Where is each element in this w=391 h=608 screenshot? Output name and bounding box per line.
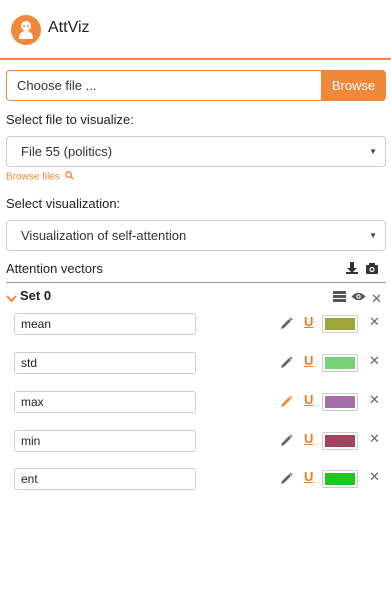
eye-icon[interactable]: [351, 289, 366, 307]
vector-name-input[interactable]: std: [14, 352, 196, 374]
file-select-value: File 55 (politics): [21, 144, 113, 159]
vector-row: mean U ✕: [14, 313, 384, 335]
vector-name-input[interactable]: mean: [14, 313, 196, 335]
camera-icon[interactable]: [365, 261, 379, 280]
underline-icon[interactable]: U: [304, 392, 313, 407]
set-header[interactable]: Set 0 ✕: [6, 288, 386, 307]
underline-icon[interactable]: U: [304, 353, 313, 368]
pencil-icon[interactable]: [280, 472, 293, 490]
set-toolbar: ✕: [333, 289, 382, 307]
vector-name-input[interactable]: min: [14, 430, 196, 452]
close-icon[interactable]: ✕: [369, 431, 380, 447]
app-header: AttViz: [0, 0, 391, 60]
app-title: AttViz: [48, 19, 90, 36]
vector-row: min U ✕: [14, 430, 384, 452]
color-swatch[interactable]: [322, 354, 358, 372]
browse-button[interactable]: Browse: [321, 70, 386, 101]
list-icon[interactable]: [333, 289, 347, 307]
browse-files-link[interactable]: Browse files: [6, 171, 74, 183]
vector-row: max U ✕: [14, 391, 384, 413]
color-swatch[interactable]: [322, 315, 358, 333]
vector-row: ent U ✕: [14, 468, 384, 490]
file-select-label: Select file to visualize:: [6, 112, 134, 127]
vector-name-input[interactable]: max: [14, 391, 196, 413]
close-icon[interactable]: ✕: [369, 353, 380, 369]
close-icon[interactable]: ✕: [369, 314, 380, 330]
logo-icon: [11, 15, 41, 45]
chevron-down-icon: ▼: [369, 231, 377, 240]
chevron-down-icon: ▼: [369, 147, 377, 156]
chevron-down-icon[interactable]: [6, 290, 17, 308]
browse-files-label: Browse files: [6, 171, 60, 183]
close-icon[interactable]: ✕: [371, 292, 382, 305]
underline-icon[interactable]: U: [304, 469, 313, 484]
color-swatch[interactable]: [322, 432, 358, 450]
underline-icon[interactable]: U: [304, 314, 313, 329]
pencil-icon[interactable]: [280, 395, 293, 413]
vector-name-input[interactable]: ent: [14, 468, 196, 490]
file-chooser-input[interactable]: Choose file ...: [6, 70, 321, 101]
vector-row: std U ✕: [14, 352, 384, 374]
search-icon: [64, 171, 74, 183]
file-upload-group: Choose file ... Browse: [6, 70, 386, 101]
close-icon[interactable]: ✕: [369, 392, 380, 408]
divider: [6, 282, 386, 283]
pencil-icon[interactable]: [280, 356, 293, 374]
viz-select-label: Select visualization:: [6, 196, 121, 211]
file-select[interactable]: File 55 (politics) ▼: [6, 136, 386, 167]
set-name: Set 0: [20, 288, 52, 303]
attention-toolbar: [345, 261, 379, 280]
color-swatch[interactable]: [322, 470, 358, 488]
viz-select-value: Visualization of self-attention: [21, 228, 187, 243]
close-icon[interactable]: ✕: [369, 469, 380, 485]
pencil-icon[interactable]: [280, 434, 293, 452]
download-icon[interactable]: [345, 261, 359, 280]
attention-vectors-title: Attention vectors: [6, 261, 103, 276]
color-swatch[interactable]: [322, 393, 358, 411]
underline-icon[interactable]: U: [304, 431, 313, 446]
visualization-select[interactable]: Visualization of self-attention ▼: [6, 220, 386, 251]
pencil-icon[interactable]: [280, 317, 293, 335]
